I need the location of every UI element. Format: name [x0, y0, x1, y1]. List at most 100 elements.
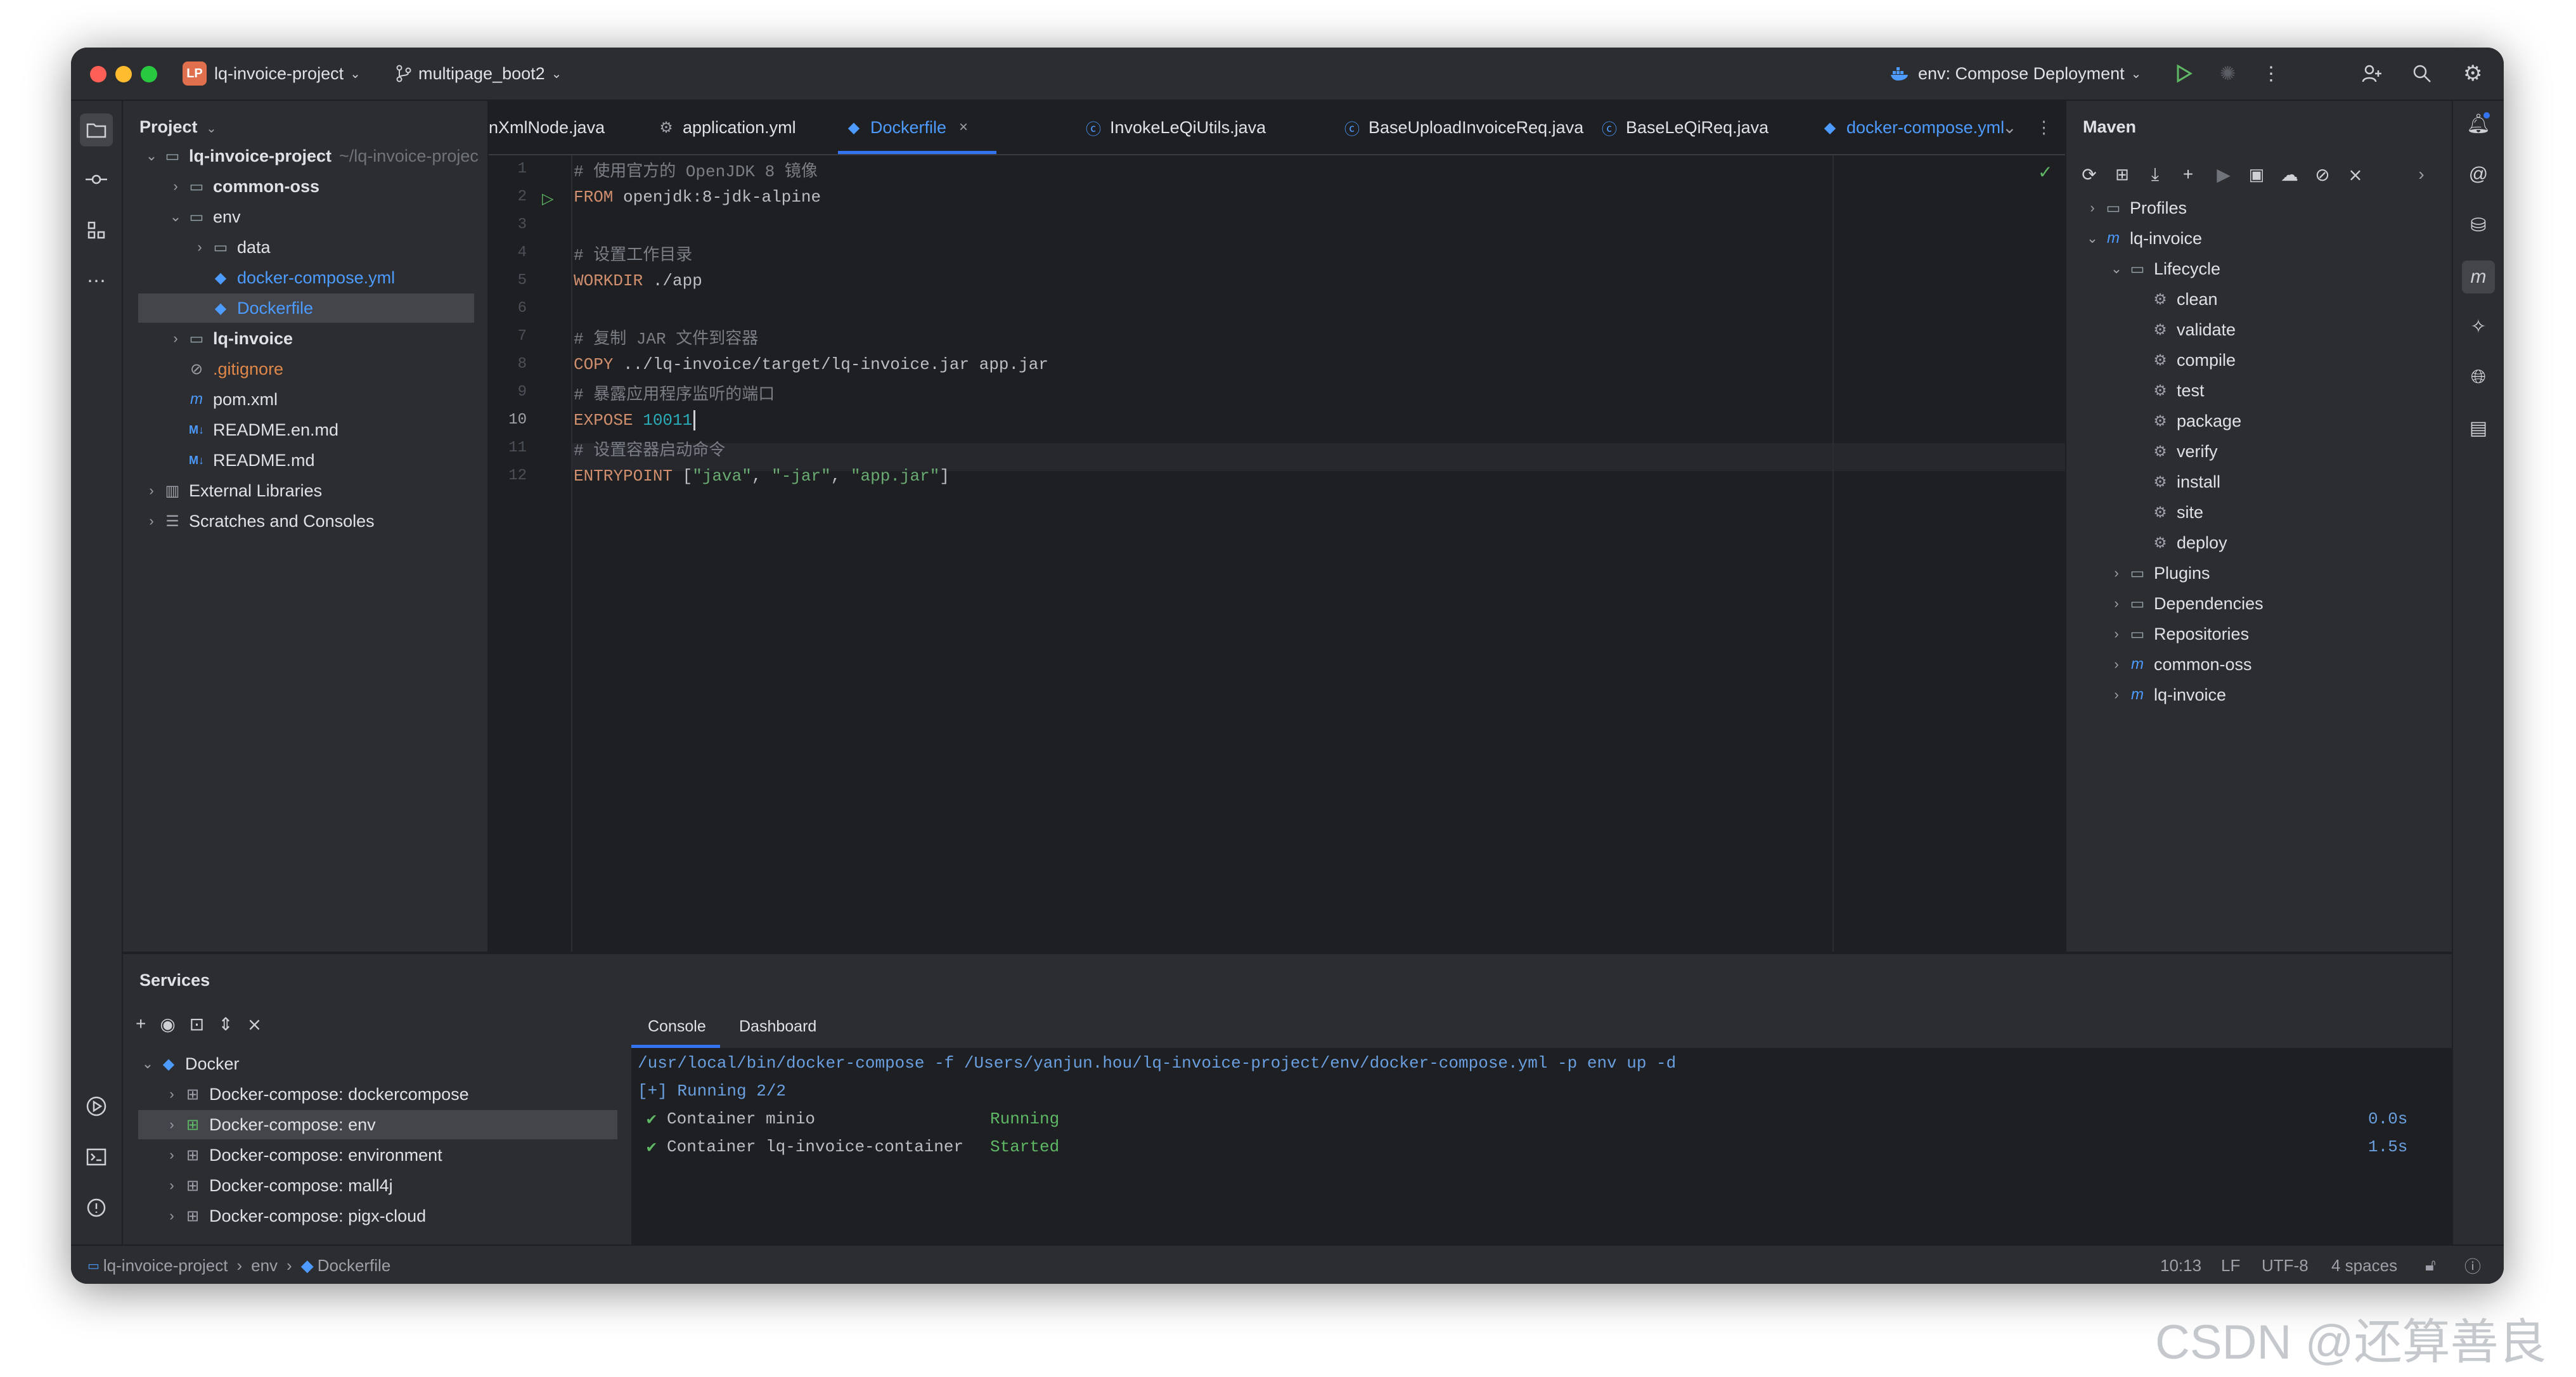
add-icon[interactable]: + — [2175, 160, 2201, 188]
collapse-all-icon[interactable]: ⨯ — [2343, 160, 2368, 188]
tree-item-env[interactable]: ⌄ ▭ env — [166, 202, 521, 231]
maven-item-lq-invoice[interactable]: ⌄ m lq-invoice — [2083, 224, 2438, 253]
maven-item-repositories[interactable]: › ▭ Repositories — [2107, 619, 2462, 649]
tree-item-dockerfile[interactable]: ◆ Dockerfile — [138, 294, 474, 323]
service-compose-mall4j[interactable]: › ⊞ Docker-compose: mall4j — [162, 1171, 517, 1200]
maven-item-common-oss[interactable]: › m common-oss — [2107, 650, 2462, 679]
service-compose-env[interactable]: › ⊞ Docker-compose: env — [138, 1110, 617, 1139]
tree-item-lq-invoice[interactable]: › ▭ lq-invoice — [166, 324, 521, 353]
problems-tool-button[interactable] — [84, 1195, 109, 1220]
minimize-window-button[interactable] — [115, 66, 132, 82]
console-output[interactable]: /usr/local/bin/docker-compose -f /Users/… — [631, 1049, 2452, 1246]
tree-item-scratches[interactable]: › ☰ Scratches and Consoles — [142, 507, 497, 536]
maven-goal-compile[interactable]: ⚙ compile — [2149, 346, 2504, 375]
run-gutter-icon[interactable]: ▷ — [542, 190, 553, 208]
problems-indicator-icon[interactable]: ⓘ — [2464, 1246, 2481, 1284]
tree-item-gitignore[interactable]: ⊘ .gitignore — [185, 354, 540, 384]
tab-xml-node[interactable]: nXmlNode.java — [489, 101, 605, 154]
more-tools-button[interactable]: ⋯ — [84, 268, 109, 294]
tree-item-root[interactable]: ⌄ ▭ lq-invoice-project ~/lq-invoice-proj… — [142, 141, 497, 171]
execute-goal-icon[interactable]: ▣ — [2244, 160, 2269, 188]
eye-icon[interactable]: ◉ — [160, 1014, 175, 1035]
new-group-icon[interactable]: ⊡ — [190, 1014, 204, 1035]
tab-dockerfile[interactable]: ◆ Dockerfile × — [842, 101, 968, 154]
structure-tool-button[interactable] — [84, 217, 109, 243]
tab-application-yml[interactable]: ⚙ application.yml — [655, 101, 795, 154]
tab-console[interactable]: Console — [648, 1005, 706, 1048]
maven-goal-test[interactable]: ⚙ test — [2149, 376, 2504, 405]
terminal-tool-button[interactable] — [84, 1144, 109, 1170]
tab-base-leqi-req[interactable]: ⓒ BaseLeQiReq.java — [1598, 101, 1768, 154]
maven-goal-package[interactable]: ⚙ package — [2149, 406, 2504, 436]
run-button[interactable] — [2175, 48, 2193, 100]
download-icon[interactable]: ⤓ — [2142, 160, 2168, 188]
notifications-button[interactable]: 🔔︎ — [2466, 111, 2491, 136]
lock-icon[interactable]: 🔓︎ — [2425, 1246, 2436, 1284]
collapse-all-icon[interactable]: ⨯ — [247, 1014, 262, 1035]
services-tool-button[interactable] — [84, 1094, 109, 1119]
offline-icon[interactable]: ☁ — [2277, 160, 2302, 188]
maven-item-lifecycle[interactable]: ⌄ ▭ Lifecycle — [2107, 254, 2462, 283]
chevron-right-icon[interactable]: › — [2409, 160, 2434, 188]
maven-item-dependencies[interactable]: › ▭ Dependencies — [2107, 589, 2462, 618]
database-button[interactable]: ⛁ — [2466, 212, 2491, 238]
skip-tests-icon[interactable]: ⊘ — [2310, 160, 2335, 188]
tab-base-upload-invoice-req[interactable]: ⓒ BaseUploadInvoiceReq.java — [1341, 101, 1583, 154]
maximize-window-button[interactable] — [141, 66, 157, 82]
tabs-dropdown-button[interactable]: ⌄ — [2002, 101, 2017, 154]
maven-goal-site[interactable]: ⚙ site — [2149, 498, 2504, 527]
maven-goal-install[interactable]: ⚙ install — [2149, 467, 2504, 496]
tab-invoke-leqi-utils[interactable]: ⓒ InvokeLeQiUtils.java — [1082, 101, 1266, 154]
caret-position[interactable]: 10:13 — [2160, 1246, 2201, 1284]
tree-item-common-oss[interactable]: › ▭ common-oss — [166, 172, 521, 201]
close-window-button[interactable] — [90, 66, 106, 82]
maven-goal-verify[interactable]: ⚙ verify — [2149, 437, 2504, 466]
maven-goal-clean[interactable]: ⚙ clean — [2149, 285, 2504, 314]
more-actions-button[interactable]: ⋮ — [2262, 48, 2281, 100]
settings-button[interactable]: ⚙ — [2463, 48, 2482, 100]
reload-icon[interactable]: ⟳ — [2077, 160, 2102, 188]
maven-item-profiles[interactable]: › ▭ Profiles — [2083, 193, 2438, 223]
commit-tool-button[interactable] — [84, 167, 109, 192]
service-compose-dockercompose[interactable]: › ⊞ Docker-compose: dockercompose — [162, 1080, 517, 1109]
breadcrumb-item[interactable]: Dockerfile — [318, 1256, 391, 1276]
project-tool-button[interactable] — [80, 113, 113, 146]
debug-button[interactable]: ✺ — [2220, 48, 2236, 100]
run-icon[interactable]: ▶ — [2211, 160, 2236, 188]
service-docker[interactable]: ⌄ ◆ Docker — [138, 1049, 493, 1078]
indent-setting[interactable]: 4 spaces — [2331, 1246, 2397, 1284]
coverage-button[interactable]: ▤ — [2466, 415, 2491, 441]
file-encoding[interactable]: UTF-8 — [2262, 1246, 2309, 1284]
service-compose-pigx-cloud[interactable]: › ⊞ Docker-compose: pigx-cloud — [162, 1201, 517, 1231]
tree-item-external-libraries[interactable]: › ▥ External Libraries — [142, 476, 497, 505]
maven-goal-validate[interactable]: ⚙ validate — [2149, 315, 2504, 344]
project-panel-header[interactable]: Project ⌄ — [139, 117, 217, 137]
breadcrumb-item[interactable]: lq-invoice-project — [103, 1256, 228, 1276]
line-separator[interactable]: LF — [2221, 1246, 2240, 1284]
tab-dashboard[interactable]: Dashboard — [739, 1005, 816, 1048]
plugin-tool-button[interactable]: ✧ — [2466, 314, 2491, 339]
project-switcher[interactable]: LP lq-invoice-project ⌄ — [183, 48, 361, 100]
tab-docker-compose[interactable]: ◆ docker-compose.yml — [1819, 101, 2004, 154]
endpoints-button[interactable]: 🌐︎ — [2466, 365, 2491, 390]
tree-item-readme-en[interactable]: M↓ README.en.md — [185, 415, 540, 444]
search-button[interactable] — [2412, 48, 2431, 100]
service-compose-environment[interactable]: › ⊞ Docker-compose: environment — [162, 1141, 517, 1170]
tree-item-readme[interactable]: M↓ README.md — [185, 446, 540, 475]
inspection-ok-icon[interactable]: ✓ — [2038, 162, 2052, 183]
tree-item-pom[interactable]: m pom.xml — [185, 385, 540, 414]
run-config-selector[interactable]: env: Compose Deployment ⌄ — [1890, 48, 2141, 100]
tabs-more-button[interactable]: ⋮ — [2035, 101, 2052, 154]
code-with-me-button[interactable] — [2362, 48, 2382, 100]
add-folder-icon[interactable]: ⊞ — [2109, 160, 2135, 188]
add-service-icon[interactable]: + — [136, 1014, 146, 1035]
ai-assistant-button[interactable]: @ — [2466, 162, 2491, 187]
maven-item-plugins[interactable]: › ▭ Plugins — [2107, 559, 2462, 588]
close-tab-icon[interactable]: × — [959, 119, 968, 136]
breadcrumb-item[interactable]: env — [251, 1256, 278, 1276]
maven-tool-button[interactable]: m — [2462, 261, 2495, 294]
maven-goal-deploy[interactable]: ⚙ deploy — [2149, 528, 2504, 557]
maven-item-lq-invoice-module[interactable]: › m lq-invoice — [2107, 680, 2462, 709]
branch-switcher[interactable]: multipage_boot2 ⌄ — [396, 48, 562, 100]
expand-all-icon[interactable]: ⇕ — [218, 1014, 233, 1035]
